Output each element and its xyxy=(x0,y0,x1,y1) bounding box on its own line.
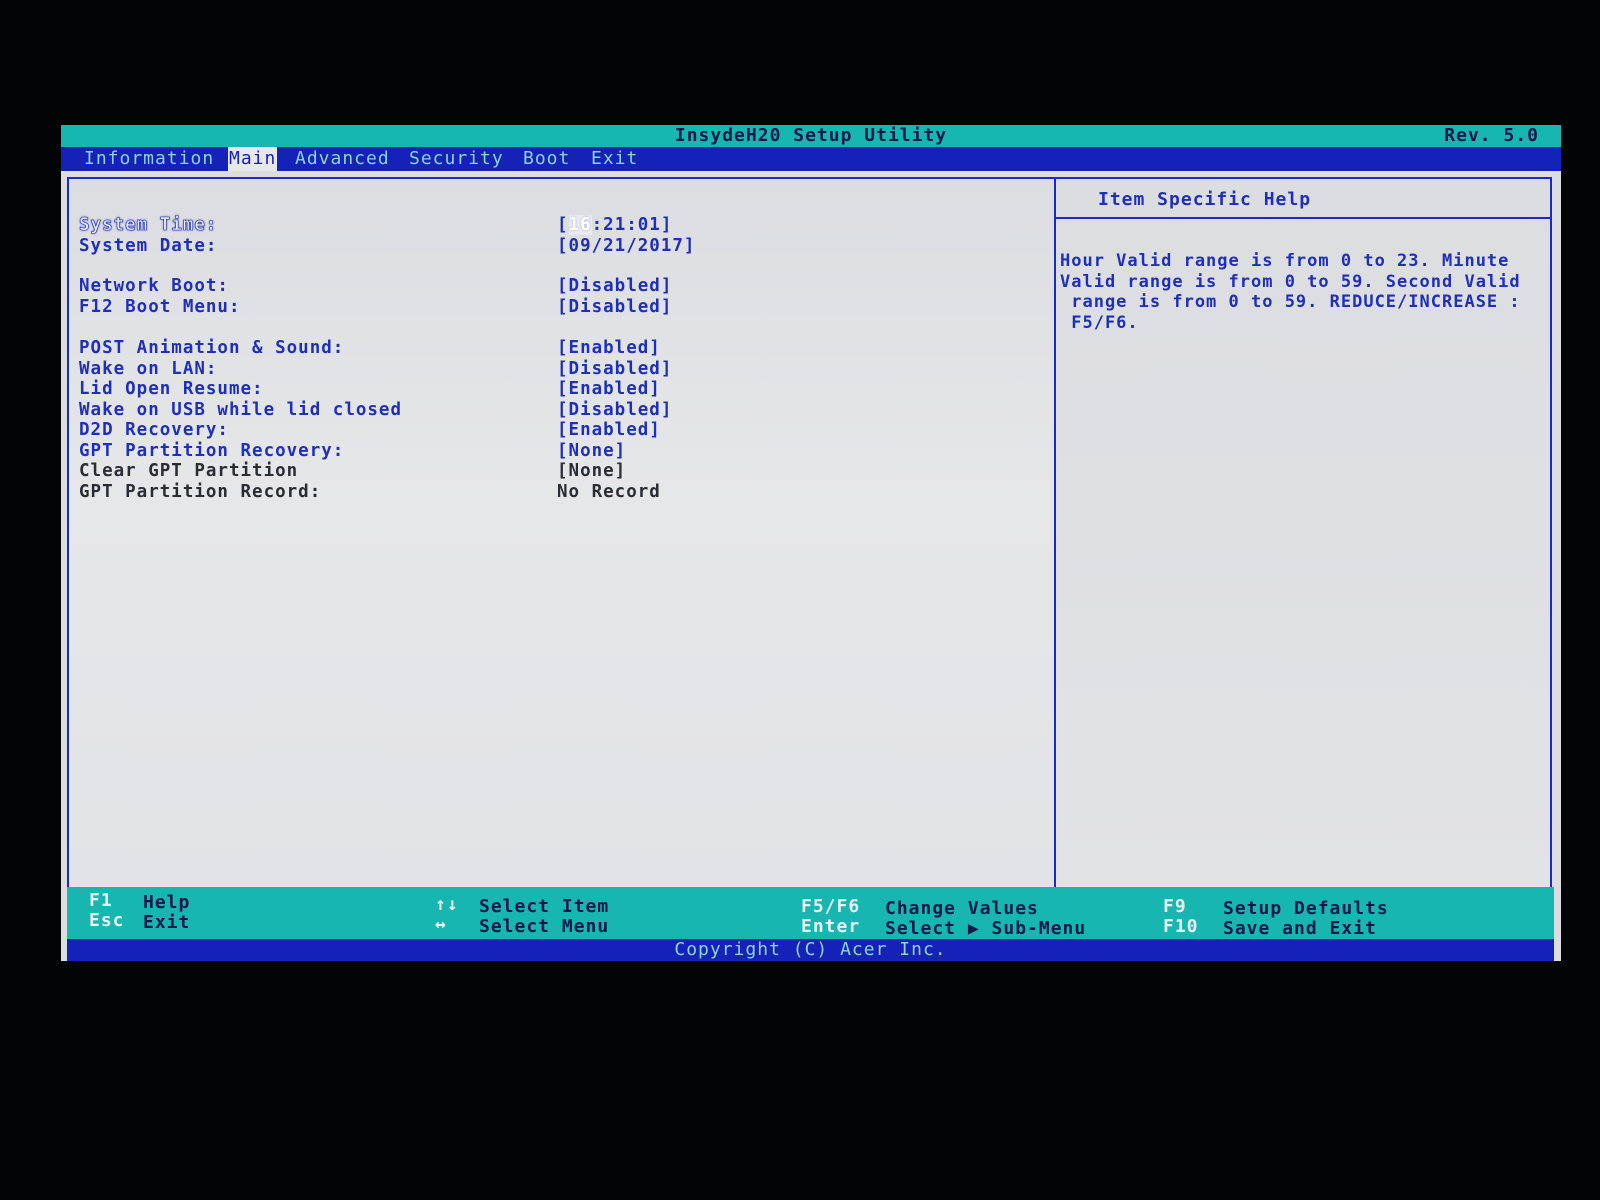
setting-label: Clear GPT Partition xyxy=(79,461,299,481)
key-f1: F1 xyxy=(89,890,113,911)
key-leftright-desc: Select Menu xyxy=(479,916,610,937)
setting-value[interactable]: [16:21:01] xyxy=(557,215,672,235)
key-enter: Enter xyxy=(801,916,861,937)
key-updown-desc: Select Item xyxy=(479,896,610,917)
setting-value[interactable]: [Disabled] xyxy=(557,297,672,317)
tab-main[interactable]: Main xyxy=(228,147,278,171)
setting-value[interactable]: [Enabled] xyxy=(557,338,661,358)
setting-value: [None] xyxy=(557,461,627,481)
key-f9-desc: Setup Defaults xyxy=(1223,898,1389,919)
setting-value[interactable]: [Disabled] xyxy=(557,359,672,379)
settings-panel: System Time: [16:21:01] System Date: [09… xyxy=(67,177,1055,889)
key-f5f6: F5/F6 xyxy=(801,896,861,917)
key-f9: F9 xyxy=(1163,896,1187,917)
utility-title: InsydeH20 Setup Utility xyxy=(674,125,948,146)
setting-value[interactable]: [Disabled] xyxy=(557,400,672,420)
setting-label: F12 Boot Menu: xyxy=(79,297,241,317)
setting-label: System Date: xyxy=(79,236,218,256)
setting-label: D2D Recovery: xyxy=(79,420,229,440)
setting-label: Lid Open Resume: xyxy=(79,379,264,399)
bios-screen: InsydeH20 Setup Utility Rev. 5.0 Informa… xyxy=(61,125,1561,961)
key-f10-desc: Save and Exit xyxy=(1223,918,1377,939)
setting-label: Wake on LAN: xyxy=(79,359,218,379)
key-esc-desc: Exit xyxy=(143,912,191,933)
tab-boot[interactable]: Boot xyxy=(523,147,570,171)
key-legend: F1 Help Esc Exit ↑↓ Select Item ↔ Select… xyxy=(67,887,1554,939)
key-f10: F10 xyxy=(1163,916,1199,937)
tab-advanced[interactable]: Advanced xyxy=(295,147,390,171)
setting-label: Network Boot: xyxy=(79,276,229,296)
help-header: Item Specific Help xyxy=(1056,179,1550,219)
setting-value: No Record xyxy=(557,482,661,502)
setting-value[interactable]: [Enabled] xyxy=(557,420,661,440)
help-panel: Item Specific Help Hour Valid range is f… xyxy=(1054,177,1552,889)
setting-label: GPT Partition Record: xyxy=(79,482,322,502)
setting-value[interactable]: [Enabled] xyxy=(557,379,661,399)
menu-bar: Information Main Advanced Security Boot … xyxy=(61,147,1561,171)
tab-information[interactable]: Information xyxy=(84,147,214,171)
help-title: Item Specific Help xyxy=(1098,189,1312,210)
setting-row-gpt-partition-record: GPT Partition Record: No Record xyxy=(79,482,660,562)
tab-security[interactable]: Security xyxy=(409,147,504,171)
selected-field: 16 xyxy=(568,215,592,235)
setting-label: Wake on USB while lid closed xyxy=(79,400,403,420)
key-f1-desc: Help xyxy=(143,892,191,913)
setting-value[interactable]: [Disabled] xyxy=(557,276,672,296)
setting-label: System Time: xyxy=(79,215,218,236)
key-enter-desc: Select ▶ Sub-Menu xyxy=(885,918,1087,939)
revision-label: Rev. 5.0 xyxy=(1444,125,1539,146)
setting-value[interactable]: [09/21/2017] xyxy=(557,236,695,256)
copyright-bar: Copyright (C) Acer Inc. xyxy=(67,939,1554,961)
key-f5f6-desc: Change Values xyxy=(885,898,1039,919)
setting-value[interactable]: [None] xyxy=(557,441,626,461)
key-esc: Esc xyxy=(89,910,125,931)
arrow-updown-icon: ↑↓ xyxy=(435,894,459,915)
arrow-leftright-icon: ↔ xyxy=(435,914,447,935)
setting-label: POST Animation & Sound: xyxy=(79,338,345,358)
title-bar: InsydeH20 Setup Utility Rev. 5.0 xyxy=(61,125,1561,147)
help-text: Hour Valid range is from 0 to 23. Minute… xyxy=(1060,251,1521,334)
tab-exit[interactable]: Exit xyxy=(591,147,638,171)
setting-label: GPT Partition Recovery: xyxy=(79,441,345,461)
